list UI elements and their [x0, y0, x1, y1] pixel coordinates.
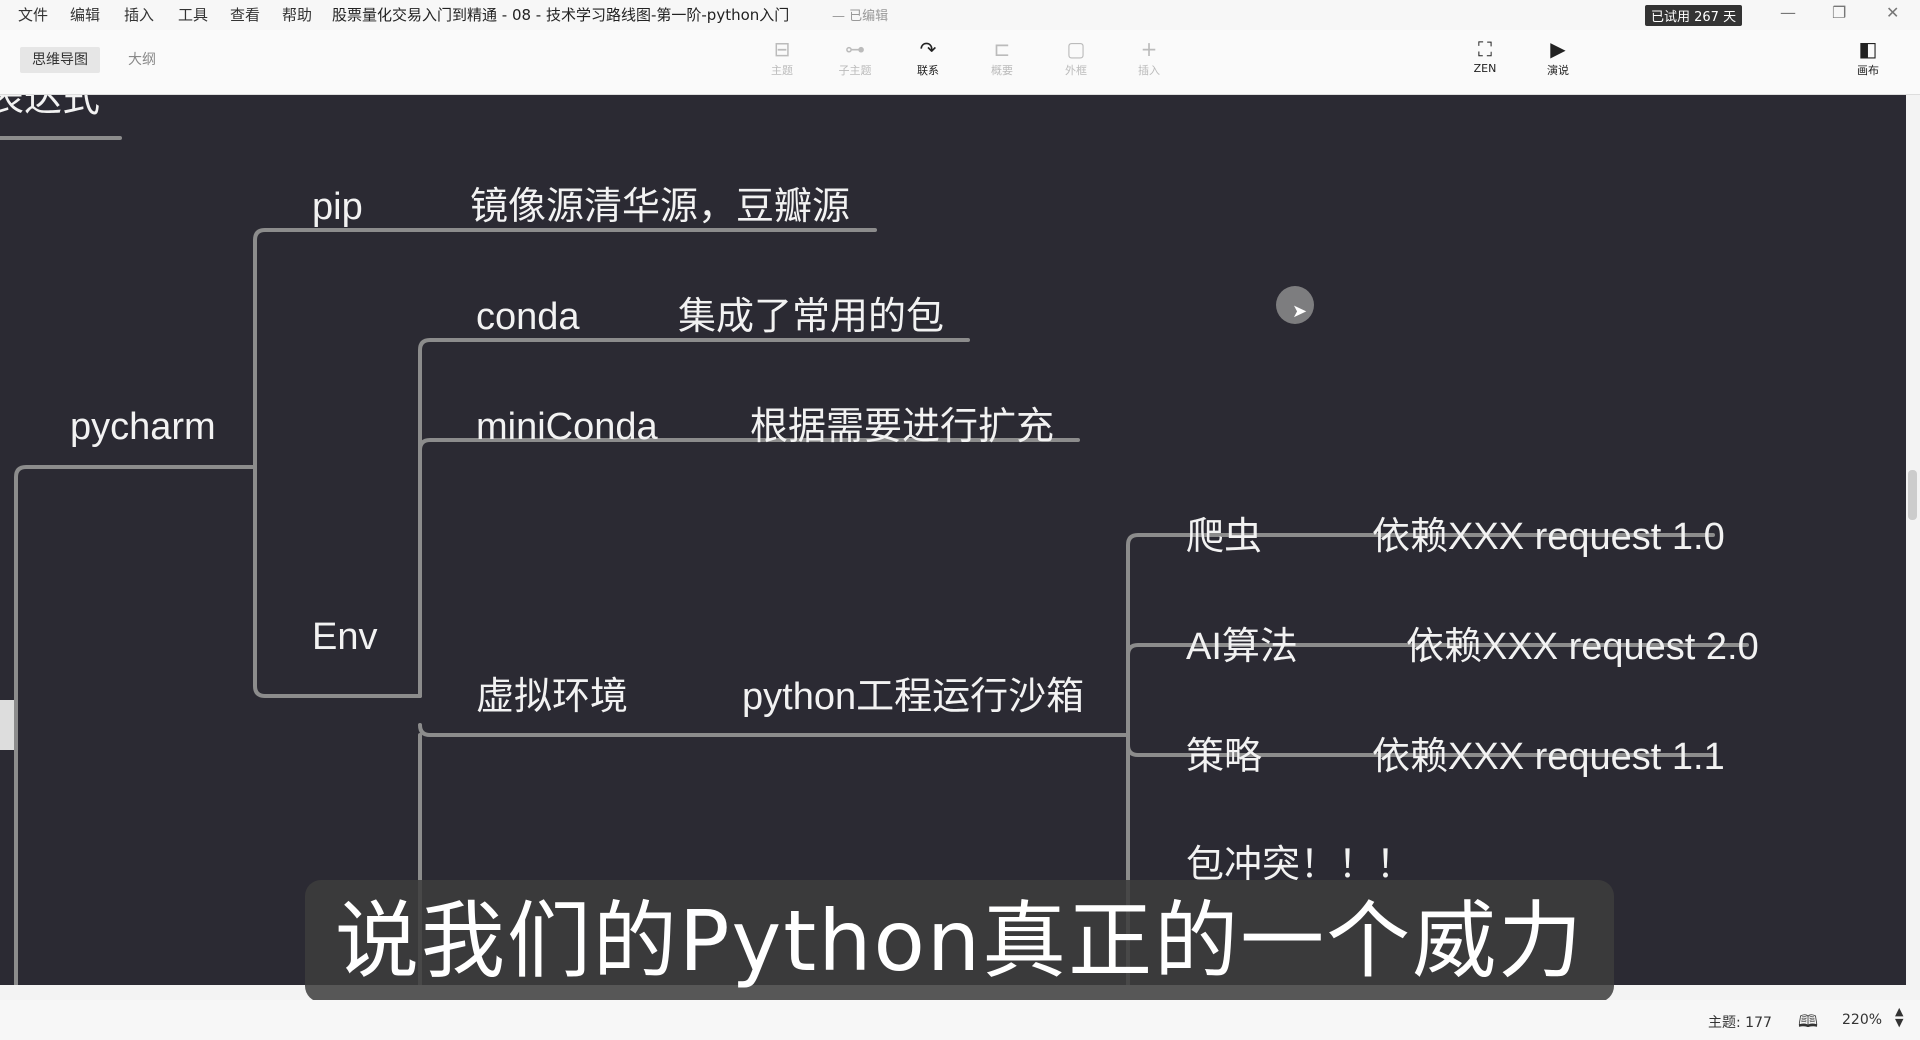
relation-icon: ↷: [919, 37, 937, 61]
topic-conda[interactable]: conda: [476, 295, 580, 339]
subtopic-button[interactable]: ⊶ 子主题: [825, 36, 885, 78]
topic-conda-note[interactable]: 集成了常用的包: [678, 295, 944, 339]
menu-help[interactable]: 帮助: [282, 4, 312, 25]
summary-label: 概要: [991, 64, 1013, 77]
branch-pip: [253, 228, 457, 469]
fullscreen-icon: ⛶: [1478, 37, 1492, 61]
topic-venv[interactable]: 虚拟环境: [476, 675, 628, 719]
restore-icon[interactable]: ❐: [1832, 3, 1846, 22]
root-topic-fragment[interactable]: 表达式: [0, 95, 100, 121]
tab-outline[interactable]: 大纲: [116, 47, 168, 73]
branch-conda: [418, 338, 592, 698]
menu-tools[interactable]: 工具: [178, 4, 208, 25]
boundary-icon: ▢: [1066, 37, 1086, 61]
topic-button[interactable]: ⊟ 主题: [752, 36, 812, 78]
boundary-button[interactable]: ▢ 外框: [1046, 36, 1106, 78]
relation-label: 联系: [917, 64, 939, 77]
format-panel-button[interactable]: ◧ 画布: [1838, 36, 1898, 78]
trial-badge[interactable]: 已试用 267 天: [1645, 5, 1743, 26]
summary-icon: ⊏: [993, 37, 1011, 61]
toolbar: 思维导图 大纲 ⊟ 主题 ⊶ 子主题 ↷ 联系 ⊏ 概要 ▢ 外框 + 插入 ⛶…: [0, 30, 1920, 95]
status-bar: 主题: 177 🕮 220% ▲ ▼: [0, 1000, 1920, 1040]
menu-insert[interactable]: 插入: [124, 4, 154, 25]
relation-button[interactable]: ↷ 联系: [898, 36, 958, 78]
menu-file[interactable]: 文件: [18, 4, 48, 25]
topic-pip-note[interactable]: 镜像源清华源，豆瓣源: [470, 185, 850, 229]
topic-strategy[interactable]: 策略: [1186, 735, 1262, 779]
title-bar: 文件 编辑 插入 工具 查看 帮助 股票量化交易入门到精通 - 08 - 技术学…: [0, 0, 1920, 30]
insert-label: 插入: [1138, 64, 1160, 77]
topic-icon: ⊟: [773, 37, 791, 61]
subtopic-label: 子主题: [838, 64, 872, 77]
topic-crawler-dep[interactable]: 依赖XXX request 1.0: [1372, 515, 1725, 559]
branch-venv: [418, 723, 652, 737]
document-title: 股票量化交易入门到精通 - 08 - 技术学习路线图-第一阶-python入门: [332, 6, 790, 24]
document-status: — 已编辑: [832, 9, 889, 24]
plus-icon: +: [1140, 37, 1158, 61]
menu-view[interactable]: 查看: [230, 4, 260, 25]
topic-pip[interactable]: pip: [312, 185, 363, 229]
minimize-icon[interactable]: —: [1780, 3, 1796, 22]
insert-button[interactable]: + 插入: [1119, 36, 1179, 78]
summary-button[interactable]: ⊏ 概要: [972, 36, 1032, 78]
topic-env[interactable]: Env: [312, 615, 377, 659]
topic-ai[interactable]: AI算法: [1186, 625, 1298, 669]
present-button[interactable]: ▶ 演说: [1528, 36, 1588, 78]
play-icon: ▶: [1550, 37, 1566, 61]
boundary-label: 外框: [1065, 64, 1087, 77]
zoom-level[interactable]: 220%: [1842, 1012, 1882, 1028]
subtopic-icon: ⊶: [845, 37, 865, 61]
cursor-arrow-icon: ➤: [1292, 301, 1308, 322]
topic-venv-note[interactable]: python工程运行沙箱: [742, 675, 1084, 719]
vertical-scrollbar[interactable]: [1908, 470, 1917, 520]
topic-label: 主题: [771, 64, 793, 77]
branch-env: [253, 465, 422, 698]
topic-miniconda[interactable]: miniConda: [476, 405, 658, 449]
menu-edit[interactable]: 编辑: [70, 4, 100, 25]
zen-label: ZEN: [1473, 62, 1497, 75]
topic-pycharm[interactable]: pycharm: [70, 405, 216, 449]
topic-ai-dep[interactable]: 依赖XXX request 2.0: [1406, 625, 1759, 669]
collapse-handle[interactable]: [0, 700, 14, 750]
close-icon[interactable]: ✕: [1886, 3, 1899, 22]
video-subtitle: 说我们的Python真正的一个威力: [305, 880, 1614, 1002]
tab-mindmap[interactable]: 思维导图: [20, 47, 100, 73]
topic-miniconda-note[interactable]: 根据需要进行扩充: [750, 405, 1054, 449]
mindmap-canvas[interactable]: 表达式 pycharm pip 镜像源清华源，豆瓣源 Env conda 集成了…: [0, 95, 1906, 985]
zen-button[interactable]: ⛶ ZEN: [1455, 36, 1515, 75]
format-label: 画布: [1857, 64, 1879, 77]
topic-count: 主题: 177: [1708, 1015, 1772, 1031]
zoom-stepper-icon[interactable]: ▲ ▼: [1895, 1006, 1903, 1028]
topic-crawler[interactable]: 爬虫: [1186, 515, 1262, 559]
panel-icon: ◧: [1858, 37, 1878, 61]
branch-pycharm: [14, 465, 257, 985]
book-icon[interactable]: 🕮: [1798, 1009, 1818, 1038]
present-label: 演说: [1547, 64, 1569, 77]
topic-strategy-dep[interactable]: 依赖XXX request 1.1: [1372, 735, 1725, 779]
